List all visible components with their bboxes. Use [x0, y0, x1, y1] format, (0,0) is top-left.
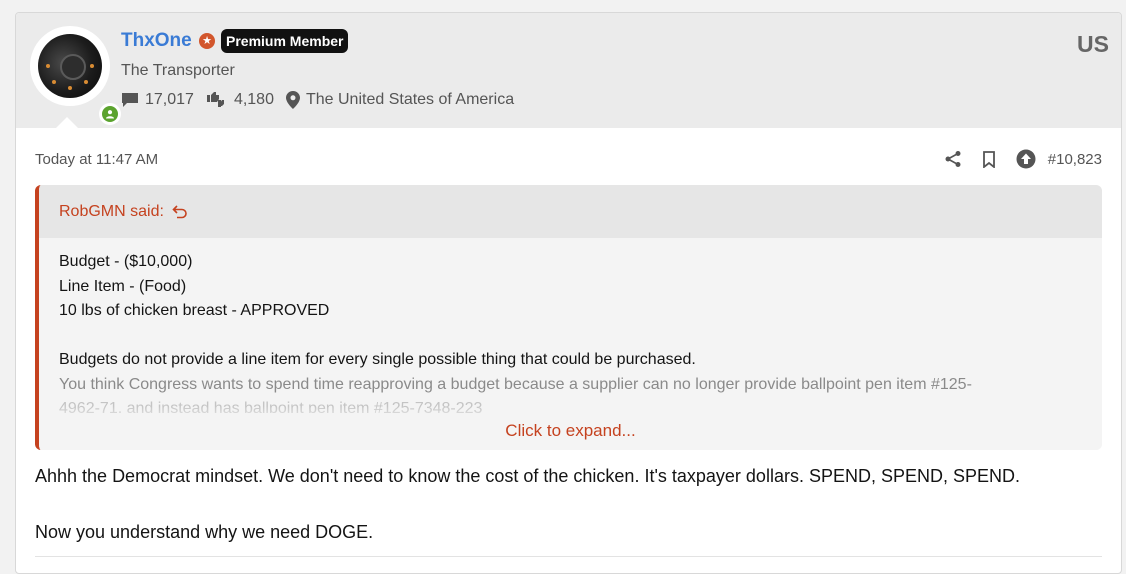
online-user-icon: [99, 103, 121, 125]
username-link[interactable]: ThxOne: [121, 30, 192, 52]
quote-line: Budget - ($10,000): [59, 253, 193, 270]
bookmark-icon[interactable]: [982, 150, 996, 168]
post-number[interactable]: #10,823: [1048, 151, 1102, 168]
user-stats: 17,017 4,180 The United States of Americ…: [121, 91, 526, 109]
post-message: Ahhh the Democrat mindset. We don't need…: [35, 462, 1020, 546]
quote-author[interactable]: RobGMN said:: [59, 203, 164, 221]
thumbs-icon: [206, 92, 228, 108]
quote-line: You think Congress wants to spend time r…: [59, 375, 972, 393]
post-actions: #10,823: [924, 149, 1102, 169]
comment-icon: [121, 92, 139, 108]
avatar[interactable]: [30, 26, 121, 125]
message-paragraph: Now you understand why we need DOGE.: [35, 522, 374, 542]
divider: [35, 556, 1102, 557]
avatar-image: [38, 34, 102, 98]
post-container: ThxOne ★ Premium Member The Transporter …: [15, 12, 1122, 574]
share-icon[interactable]: [944, 150, 962, 168]
user-title: The Transporter: [121, 62, 235, 79]
premium-member-badge: Premium Member: [221, 29, 349, 53]
upvote-icon[interactable]: [1016, 149, 1036, 169]
quote-body: Budget - ($10,000) Line Item - (Food) 10…: [39, 238, 1102, 413]
quote-line: Budgets do not provide a line item for e…: [59, 351, 696, 368]
header-pointer: [56, 117, 78, 128]
post-meta: Today at 11:47 AM #10,823: [35, 149, 1102, 173]
jump-to-quote-icon[interactable]: [172, 204, 188, 220]
quote-line: Line Item - (Food): [59, 277, 187, 295]
reaction-count: 4,180: [233, 91, 274, 108]
message-count: 17,017: [145, 91, 194, 108]
country-code: US: [1077, 31, 1109, 57]
quote-header: RobGMN said:: [39, 185, 1102, 238]
quote-block: RobGMN said: Budget - ($10,000) Line Ite…: [35, 185, 1102, 450]
post-date[interactable]: Today at 11:47 AM: [35, 151, 158, 168]
quote-line: 10 lbs of chicken breast - APPROVED: [59, 302, 330, 319]
expand-overlay: Click to expand...: [39, 406, 1102, 450]
click-to-expand-link[interactable]: Click to expand...: [39, 421, 1102, 441]
user-location[interactable]: The United States of America: [306, 91, 514, 109]
star-icon: ★: [199, 33, 215, 49]
user-header: ThxOne ★ Premium Member The Transporter …: [16, 13, 1121, 128]
message-paragraph: Ahhh the Democrat mindset. We don't need…: [35, 466, 1020, 486]
map-pin-icon: [285, 91, 300, 109]
